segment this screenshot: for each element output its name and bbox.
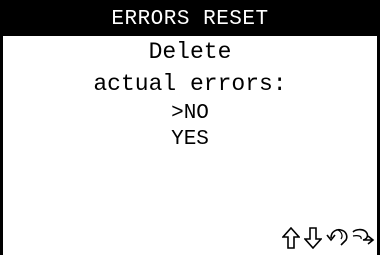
display-screen: ERRORS RESET Delete actual errors: >NO Y… bbox=[0, 0, 380, 255]
up-arrow-icon[interactable] bbox=[282, 227, 300, 249]
prompt-line-1: Delete bbox=[148, 39, 232, 65]
screen-title: ERRORS RESET bbox=[0, 0, 380, 36]
nav-actions bbox=[326, 226, 376, 250]
back-icon[interactable] bbox=[326, 227, 350, 249]
prompt-line-2: actual errors: bbox=[93, 71, 287, 97]
option-no[interactable]: >NO bbox=[0, 102, 380, 126]
nav-arrows bbox=[282, 226, 322, 250]
enter-icon[interactable] bbox=[350, 227, 376, 249]
option-yes[interactable]: YES bbox=[0, 128, 380, 152]
down-arrow-icon[interactable] bbox=[304, 227, 322, 249]
